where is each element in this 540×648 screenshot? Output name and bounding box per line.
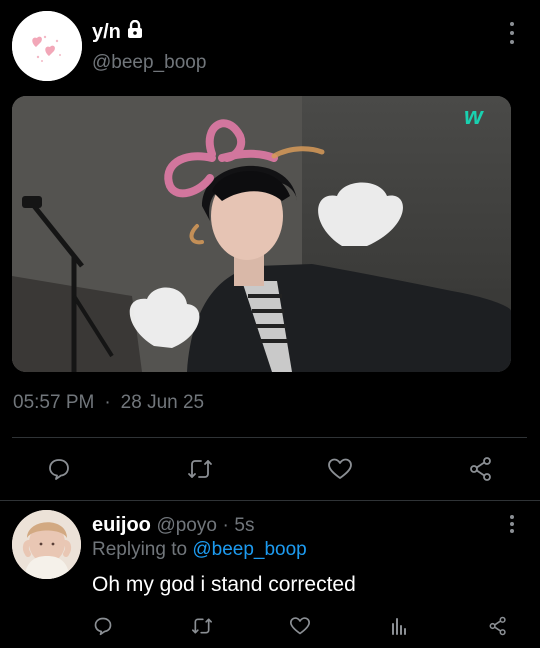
- share-icon[interactable]: [486, 614, 510, 638]
- lock-icon: [127, 19, 143, 44]
- reply-icon[interactable]: [91, 614, 115, 638]
- reply-display-name[interactable]: euijoo: [92, 514, 151, 536]
- retweet-icon[interactable]: [185, 454, 215, 484]
- tweet-timestamp[interactable]: 05:57 PM · 28 Jun 25: [13, 392, 204, 414]
- replying-to: Replying to @beep_boop: [92, 539, 307, 561]
- retweet-icon[interactable]: [190, 614, 214, 638]
- author-handle[interactable]: @beep_boop: [92, 52, 206, 74]
- views-icon[interactable]: [387, 614, 411, 638]
- reply-age: 5s: [234, 515, 255, 536]
- author-avatar[interactable]: [12, 11, 82, 81]
- reply-author-avatar[interactable]: [12, 510, 81, 579]
- reply-separator: ·: [222, 515, 229, 536]
- reply-header: euijoo @poyo · 5s: [92, 514, 254, 537]
- heart-icon[interactable]: [325, 454, 355, 484]
- tweet-time: 05:57 PM: [13, 392, 95, 413]
- more-vertical-icon[interactable]: [505, 515, 519, 533]
- tweet-date: 28 Jun 25: [120, 392, 205, 413]
- media-photo: w: [12, 96, 511, 372]
- reply-avatar-photo: [12, 510, 81, 579]
- divider: [12, 437, 527, 438]
- heart-icon[interactable]: [288, 614, 312, 638]
- author-name-text: y/n: [92, 20, 121, 43]
- reply-text: Oh my god i stand corrected: [92, 573, 356, 596]
- share-icon[interactable]: [466, 454, 496, 484]
- replying-to-handle-link[interactable]: @beep_boop: [192, 539, 306, 560]
- replying-prefix: Replying to: [92, 539, 188, 560]
- media-logo-text: w: [464, 103, 484, 130]
- avatar-hearts-image: [12, 11, 82, 81]
- reply-handle[interactable]: @poyo: [156, 515, 217, 536]
- more-vertical-icon[interactable]: [505, 22, 519, 44]
- reply-icon[interactable]: [44, 454, 74, 484]
- timestamp-separator: ·: [104, 392, 111, 413]
- tweet-media-image[interactable]: w: [12, 96, 511, 372]
- divider: [0, 500, 540, 501]
- author-display-name[interactable]: y/n: [92, 19, 143, 44]
